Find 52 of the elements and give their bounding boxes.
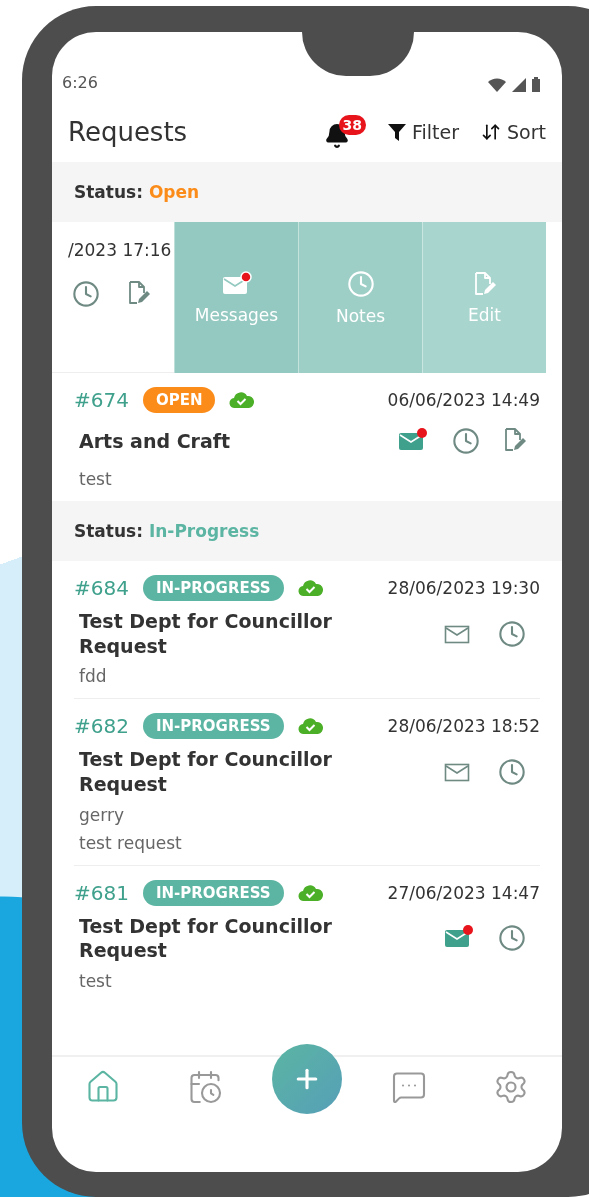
- section-status: Status: Open: [74, 182, 200, 202]
- request-number: #681: [74, 880, 129, 905]
- battery-icon: [532, 77, 540, 92]
- calendar-clock-icon: [187, 1069, 223, 1105]
- request-date: 06/06/2023 14:49: [387, 390, 540, 410]
- nav-tab[interactable]: [85, 1069, 121, 1105]
- nav-tab[interactable]: [391, 1069, 427, 1105]
- edit-icon[interactable]: [504, 427, 526, 453]
- request-date: /2023 17:16: [68, 240, 173, 260]
- nav-tab[interactable]: [187, 1069, 223, 1105]
- wifi-icon: [488, 77, 506, 92]
- request-date: 28/06/2023 18:52: [387, 716, 540, 737]
- status-badge: IN-PROGRESS: [142, 575, 284, 601]
- request-number: #682: [74, 714, 129, 739]
- clock-icon[interactable]: [498, 758, 526, 787]
- filter-button[interactable]: Filter: [388, 121, 460, 143]
- clock-icon[interactable]: [72, 280, 100, 308]
- chat-icon: [391, 1069, 427, 1105]
- mail-icon[interactable]: [221, 270, 252, 297]
- sort-icon: [481, 122, 502, 142]
- settings-icon: [493, 1069, 529, 1105]
- request-title: Test Dept for Councillor Request: [79, 609, 333, 659]
- clock-icon[interactable]: [498, 924, 526, 953]
- request-title: Arts and Craft: [79, 428, 231, 454]
- home-icon: [85, 1069, 121, 1105]
- request-title: Test Dept for Councillor Request: [79, 913, 333, 964]
- nav-tab[interactable]: [493, 1069, 529, 1105]
- status-badge: IN-PROGRESS: [142, 879, 284, 906]
- request-detail: test: [78, 971, 113, 992]
- request-date: 28/06/2023 19:30: [387, 578, 540, 598]
- request-detail: test request: [78, 832, 183, 853]
- request-detail: gerry: [78, 804, 125, 825]
- edit-icon[interactable]: [128, 280, 150, 306]
- request-title: Test Dept for Councillor Request: [79, 747, 333, 797]
- request-number: #684: [74, 576, 129, 600]
- sort-button[interactable]: Sort: [481, 121, 546, 143]
- request-date: 27/06/2023 14:47: [387, 882, 540, 903]
- notification-button[interactable]: 38: [324, 115, 366, 149]
- status-badge: OPEN: [142, 387, 216, 413]
- mail-icon[interactable]: [398, 427, 428, 453]
- notification-count: 38: [338, 115, 366, 135]
- page-title: Requests: [68, 117, 189, 147]
- signal-icon: [512, 77, 526, 92]
- request-detail: test: [78, 469, 113, 489]
- status-time: 6:26: [62, 73, 98, 92]
- status-badge: IN-PROGRESS: [142, 713, 284, 740]
- clock-icon[interactable]: [452, 427, 480, 455]
- request-number: #674: [74, 388, 129, 412]
- request-detail: fdd: [78, 666, 108, 687]
- section-status: Status: In-Progress: [74, 521, 260, 541]
- clock-icon[interactable]: [498, 619, 526, 648]
- filter-icon: [388, 123, 406, 141]
